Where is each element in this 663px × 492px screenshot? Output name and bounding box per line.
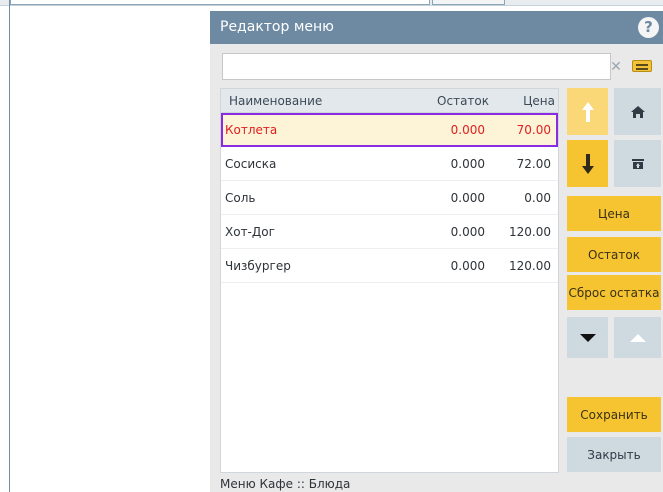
close-button[interactable]: Закрыть xyxy=(567,437,661,472)
column-header-name[interactable]: Наименование xyxy=(221,94,419,108)
top-input-edge xyxy=(10,0,430,5)
stock-button[interactable]: Остаток xyxy=(567,237,661,272)
cell-price: 70.00 xyxy=(516,122,551,137)
move-up-button[interactable] xyxy=(567,88,608,135)
price-button-label: Цена xyxy=(598,206,630,221)
table-row[interactable]: Котлета 0.000 70.00 xyxy=(221,113,558,147)
table-row[interactable]: Чизбургер 0.000 120.00 xyxy=(221,249,558,283)
price-button[interactable]: Цена xyxy=(567,196,661,231)
home-button[interactable] xyxy=(614,88,661,135)
column-header-price[interactable]: Цена xyxy=(489,94,555,108)
close-button-label: Закрыть xyxy=(587,447,641,462)
breadcrumb: Меню Кафе :: Блюда xyxy=(220,477,351,491)
save-button[interactable]: Сохранить xyxy=(567,397,661,432)
table-header: Наименование Остаток Цена xyxy=(221,89,558,113)
menu-table: Наименование Остаток Цена Котлета 0.000 … xyxy=(220,88,559,473)
cell-stock: 0.000 xyxy=(450,156,485,171)
menu-editor-dialog: Редактор меню ? ✕ Наименование Остаток Ц… xyxy=(210,11,663,492)
cell-stock: 0.000 xyxy=(450,122,485,137)
cell-name: Сосиска xyxy=(225,156,277,171)
cell-name: Хот-Дог xyxy=(225,224,275,239)
cell-price: 72.00 xyxy=(516,156,551,171)
reset-stock-button-label: Сброс остатка xyxy=(568,285,660,300)
reset-stock-button[interactable]: Сброс остатка xyxy=(567,275,661,310)
stock-button-label: Остаток xyxy=(588,247,640,262)
table-row[interactable]: Хот-Дог 0.000 120.00 xyxy=(221,215,558,249)
dialog-titlebar: Редактор меню ? xyxy=(210,11,663,44)
move-to-folder-button[interactable] xyxy=(614,140,661,187)
cell-price: 0.00 xyxy=(524,190,551,205)
arrow-down-icon xyxy=(581,153,594,174)
cell-price: 120.00 xyxy=(509,224,551,239)
home-icon xyxy=(630,105,645,118)
save-button-label: Сохранить xyxy=(580,407,648,422)
keyboard-icon[interactable] xyxy=(632,60,652,72)
table-row[interactable]: Сосиска 0.000 72.00 xyxy=(221,147,558,181)
clear-icon[interactable]: ✕ xyxy=(608,59,624,75)
dialog-title: Редактор меню xyxy=(220,19,334,35)
table-row[interactable]: Соль 0.000 0.00 xyxy=(221,181,558,215)
column-header-stock[interactable]: Остаток xyxy=(419,94,489,108)
cell-name: Соль xyxy=(225,190,256,205)
arrow-up-icon xyxy=(581,101,594,122)
window-border xyxy=(9,0,10,492)
cell-stock: 0.000 xyxy=(450,190,485,205)
page-down-button[interactable] xyxy=(567,317,608,358)
top-strip xyxy=(0,0,663,6)
triangle-up-icon xyxy=(629,333,646,342)
cell-price: 120.00 xyxy=(509,258,551,273)
triangle-down-icon xyxy=(579,333,596,342)
cell-stock: 0.000 xyxy=(450,258,485,273)
move-down-button[interactable] xyxy=(567,140,608,187)
help-icon[interactable]: ? xyxy=(638,17,659,38)
app-window: Редактор меню ? ✕ Наименование Остаток Ц… xyxy=(0,0,663,492)
search-input[interactable] xyxy=(222,53,611,80)
page-up-button[interactable] xyxy=(614,317,661,358)
cell-name: Котлета xyxy=(225,122,278,137)
cell-stock: 0.000 xyxy=(450,224,485,239)
cell-name: Чизбургер xyxy=(225,258,291,273)
top-button-edge xyxy=(432,0,505,5)
folder-icon xyxy=(631,158,644,169)
